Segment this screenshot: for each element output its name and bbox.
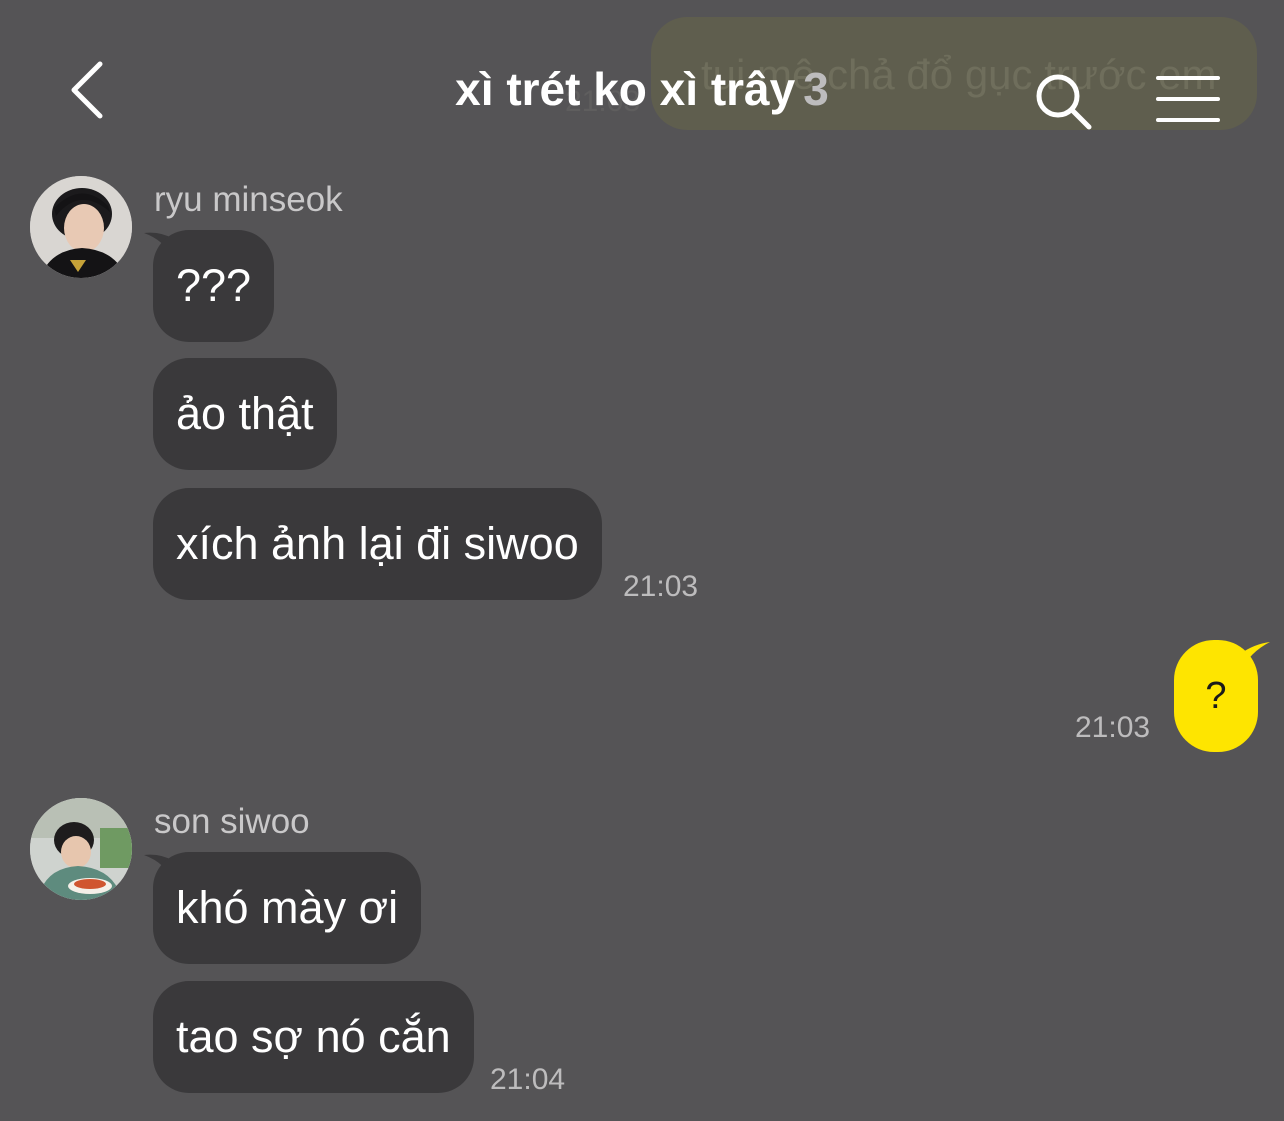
menu-button[interactable] <box>1156 74 1220 124</box>
profile-photo-icon <box>30 176 132 278</box>
sender-name: son siwoo <box>154 802 310 841</box>
message-bubble[interactable]: ảo thật <box>153 358 337 470</box>
message-time: 21:04 <box>490 1063 566 1096</box>
message-bubble[interactable]: xích ảnh lại đi siwoo <box>153 488 602 600</box>
message-time: 21:03 <box>623 570 699 603</box>
chat-header: xì trét ko xì trây 3 <box>0 0 1284 150</box>
message-bubble[interactable]: tao sợ nó cắn <box>153 981 474 1093</box>
hamburger-menu-icon <box>1156 76 1220 122</box>
member-count: 3 <box>803 63 829 115</box>
sender-name: ryu minseok <box>154 180 343 219</box>
search-button[interactable] <box>1032 70 1094 132</box>
bubble-tail <box>1240 642 1270 672</box>
message-bubble[interactable]: khó mày ơi <box>153 852 422 964</box>
message-bubble[interactable]: ??? <box>153 230 275 342</box>
avatar-ryu-minseok[interactable] <box>30 176 132 278</box>
avatar-son-siwoo[interactable] <box>30 798 132 900</box>
message-time: 21:03 <box>1075 711 1151 744</box>
search-icon <box>1036 74 1092 130</box>
chat-screen: tui mê chả đổ gục trước em 21:03 xì trét… <box>0 0 1284 1121</box>
chat-room-name: xì trét ko xì trây <box>455 63 796 115</box>
profile-photo-icon <box>30 798 132 900</box>
